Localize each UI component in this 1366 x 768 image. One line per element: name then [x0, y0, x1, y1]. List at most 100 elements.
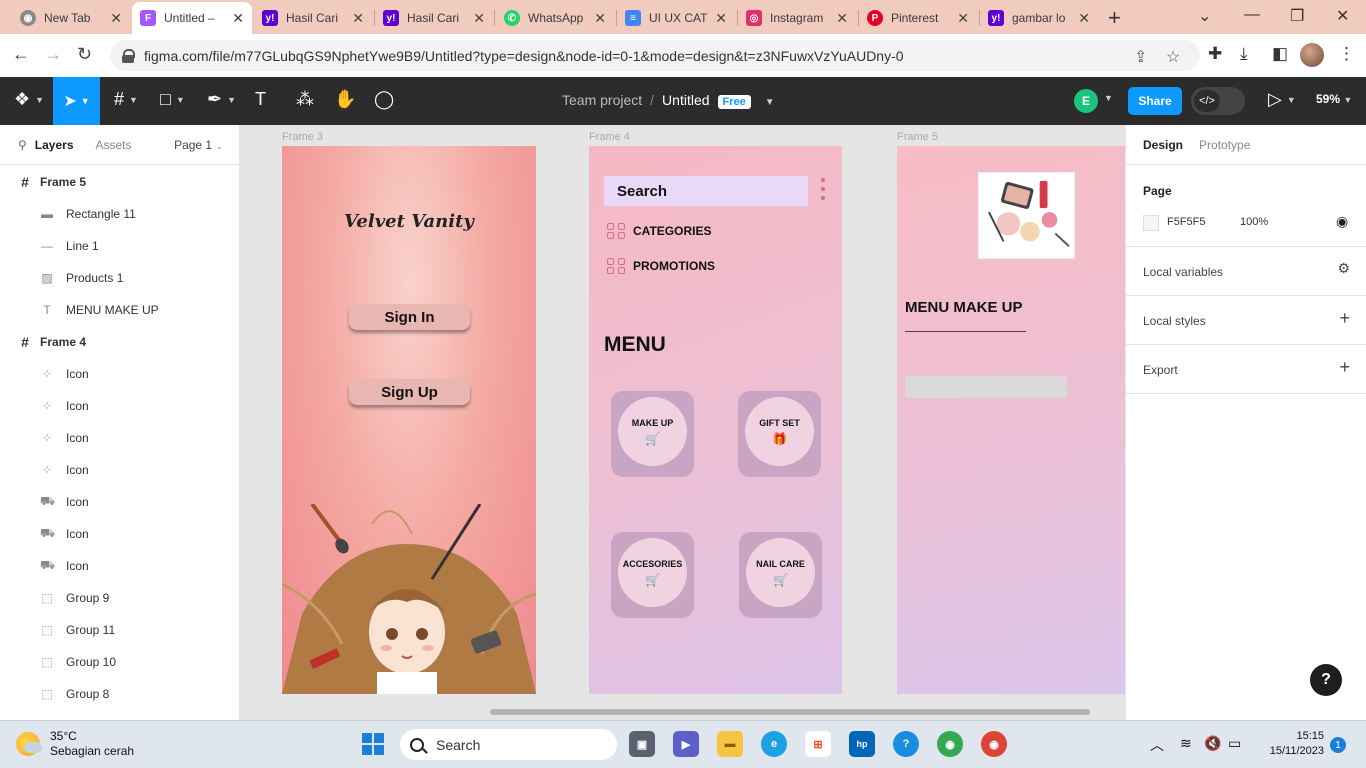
dev-mode-toggle[interactable]: </> [1191, 87, 1245, 115]
variables-settings-icon[interactable]: ⚙ [1337, 260, 1350, 277]
promotions-link[interactable]: PROMOTIONS [607, 258, 715, 274]
category-card-make-up[interactable]: MAKE UP 🛒 [611, 391, 694, 477]
frame-tool-button[interactable]: # ▼ [114, 89, 138, 110]
comment-tool-button[interactable]: ◯ [374, 89, 394, 110]
sign-in-button[interactable]: Sign In [349, 304, 470, 330]
page-selector[interactable]: Page 1 ⌄ [174, 138, 223, 152]
forward-button[interactable]: → [44, 44, 62, 65]
layer-products-1[interactable]: ▨ Products 1 [40, 262, 123, 294]
teams-icon[interactable]: ▶ [673, 731, 699, 757]
close-tab-icon[interactable]: ✕ [836, 10, 848, 27]
close-tab-icon[interactable]: ✕ [594, 10, 606, 27]
export-section[interactable]: Export + [1126, 345, 1366, 394]
add-style-icon[interactable]: + [1339, 308, 1350, 329]
category-card-nail-care[interactable]: NAIL CARE 🛒 [739, 532, 822, 618]
file-explorer-icon[interactable]: ▬ [717, 731, 743, 757]
tab-search-chevron-icon[interactable]: ⌄ [1198, 6, 1211, 26]
layer-icon[interactable]: ⁘ Icon [40, 454, 89, 486]
canvas-horizontal-scrollbar[interactable] [490, 709, 1090, 715]
layer-group-9[interactable]: ⬚ Group 9 [40, 582, 109, 614]
back-button[interactable]: ← [12, 44, 30, 65]
frame-3[interactable]: Velvet Vanity Sign In Sign Up [282, 146, 536, 694]
page-color-value[interactable]: F5F5F5 [1167, 216, 1206, 228]
layer-group-8[interactable]: ⬚ Group 8 [40, 678, 109, 710]
tab-instagram[interactable]: ◎ Instagram ✕ [738, 4, 856, 32]
frame-4-label[interactable]: Frame 4 [589, 131, 630, 143]
layer-icon[interactable]: ⁘ Icon [40, 422, 89, 454]
tab-design[interactable]: Design [1143, 138, 1183, 152]
layer-frame-5[interactable]: # Frame 5 [18, 166, 86, 198]
add-export-icon[interactable]: + [1339, 357, 1350, 378]
pen-tool-button[interactable]: ✒ ▼ [207, 89, 236, 110]
tab-figma-untitled[interactable]: F Untitled – ✕ [132, 2, 252, 34]
profile-avatar[interactable] [1300, 43, 1324, 67]
close-tab-icon[interactable]: ✕ [110, 10, 122, 27]
myhp-icon[interactable]: hp [849, 731, 875, 757]
layer-icon[interactable]: ⛟ Icon [40, 518, 89, 550]
category-card-accesories[interactable]: ACCESORIES 🛒 [611, 532, 694, 618]
battery-icon[interactable]: ▭ [1228, 735, 1241, 752]
figma-main-menu-icon[interactable]: ❖ ▼ [14, 89, 44, 110]
design-canvas[interactable]: Frame 3 Velvet Vanity Sign In Sign Up Fr… [241, 125, 1125, 720]
file-breadcrumb[interactable]: Team project / Untitled Free ▼ [562, 92, 775, 109]
bookmark-star-icon[interactable]: ☆ [1166, 47, 1180, 67]
task-view-icon[interactable]: ▣ [629, 731, 655, 757]
extensions-icon[interactable]: ✚ [1208, 44, 1222, 64]
layer-icon[interactable]: ⁘ Icon [40, 390, 89, 422]
reload-button[interactable]: ↻ [77, 44, 92, 65]
volume-muted-icon[interactable]: 🔇 [1204, 735, 1221, 752]
store-icon[interactable]: ⊞ [805, 731, 831, 757]
share-page-icon[interactable]: ⇪ [1134, 47, 1147, 67]
chrome-icon[interactable]: ◉ [937, 731, 963, 757]
close-tab-icon[interactable]: ✕ [715, 10, 727, 27]
browser-menu-icon[interactable]: ⋮ [1338, 44, 1355, 64]
more-options-icon[interactable] [821, 178, 825, 205]
download-icon[interactable]: ⤓ [1240, 44, 1248, 64]
local-variables-section[interactable]: Local variables ⚙ [1126, 247, 1366, 296]
categories-link[interactable]: CATEGORIES [607, 223, 711, 239]
layer-icon[interactable]: ⁘ Icon [40, 358, 89, 390]
restore-button[interactable]: ❐ [1290, 6, 1304, 26]
close-tab-icon[interactable]: ✕ [352, 10, 364, 27]
windows-start-icon[interactable] [362, 733, 384, 755]
zoom-level[interactable]: 59% ▼ [1316, 92, 1352, 106]
address-bar[interactable]: figma.com/file/m77GLubqGS9NphetYwe9B9/Un… [110, 40, 1200, 71]
notification-badge[interactable]: 1 [1330, 737, 1346, 753]
sign-up-button[interactable]: Sign Up [349, 379, 470, 405]
layer-line-1[interactable]: — Line 1 [40, 230, 99, 262]
close-tab-icon[interactable]: ✕ [232, 10, 244, 27]
close-tab-icon[interactable]: ✕ [957, 10, 969, 27]
category-card-gift-set[interactable]: GIFT SET 🎁 [738, 391, 821, 477]
tab-layers[interactable]: Layers [35, 138, 74, 152]
layer-group-10[interactable]: ⬚ Group 10 [40, 646, 116, 678]
layer-rectangle-11[interactable]: ▬ Rectangle 11 [40, 198, 136, 230]
page-opacity-value[interactable]: 100% [1240, 216, 1268, 228]
move-tool-button[interactable]: ➤ ▼ [53, 77, 100, 125]
layer-group-11[interactable]: ⬚ Group 11 [40, 614, 115, 646]
close-tab-icon[interactable]: ✕ [1078, 10, 1090, 27]
layer-icon[interactable]: ⛟ Icon [40, 550, 89, 582]
search-bar[interactable]: Search [604, 176, 808, 206]
close-window-button[interactable]: ✕ [1336, 6, 1349, 26]
get-help-icon[interactable]: ? [893, 731, 919, 757]
resources-tool-button[interactable]: ⁂ [296, 89, 314, 110]
minimize-button[interactable]: — [1244, 6, 1260, 24]
shape-tool-button[interactable]: □ ▼ [160, 89, 185, 110]
layer-icon[interactable]: ⛟ Icon [40, 486, 89, 518]
weather-widget[interactable]: 35°C Sebagian cerah [16, 729, 134, 759]
tab-whatsapp[interactable]: ✆ WhatsApp ✕ [496, 4, 614, 32]
layer-frame-4[interactable]: # Frame 4 [18, 326, 86, 358]
local-styles-section[interactable]: Local styles + [1126, 296, 1366, 345]
tab-yahoo-3[interactable]: y! gambar lo ✕ [980, 4, 1098, 32]
frame-5[interactable]: MENU MAKE UP [897, 146, 1125, 694]
show-hidden-icons-chevron-icon[interactable]: ︿ [1150, 735, 1164, 755]
chrome-profile-icon[interactable]: ◉ [981, 731, 1007, 757]
layer-menu-make-up[interactable]: T MENU MAKE UP [40, 294, 158, 326]
frame-4[interactable]: Search CATEGORIES PROMOTIONS MENU MAKE U… [589, 146, 842, 694]
search-layers-icon[interactable]: ⚲ [18, 138, 27, 152]
page-color-swatch[interactable] [1143, 215, 1159, 231]
tab-yahoo-2[interactable]: y! Hasil Cari ✕ [375, 4, 493, 32]
chevron-down-icon[interactable]: ▼ [1104, 93, 1113, 103]
present-play-icon[interactable]: ▷ ▼ [1268, 89, 1296, 110]
share-button[interactable]: Share [1128, 87, 1182, 115]
